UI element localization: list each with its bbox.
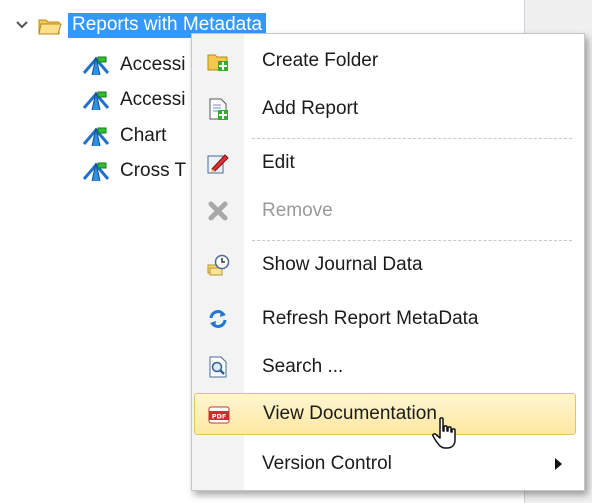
- menu-item-label: Refresh Report MetaData: [262, 308, 479, 329]
- report-icon: [82, 88, 110, 112]
- report-icon: [82, 124, 110, 148]
- menu-item-edit[interactable]: Edit: [194, 142, 576, 184]
- chevron-down-icon[interactable]: [14, 17, 30, 33]
- tree-item[interactable]: Cross T: [82, 158, 186, 184]
- menu-item-view-documentation[interactable]: PDF View Documentation: [194, 393, 576, 435]
- menu-item-label: Version Control: [262, 453, 392, 474]
- svg-text:PDF: PDF: [212, 413, 227, 421]
- report-icon: [82, 53, 110, 77]
- tree-item-label: Cross T: [120, 160, 187, 181]
- pdf-icon: PDF: [207, 403, 231, 427]
- search-document-icon: [206, 355, 230, 379]
- menu-item-create-folder[interactable]: Create Folder: [194, 40, 576, 82]
- menu-item-version-control[interactable]: Version Control: [194, 443, 576, 485]
- menu-item-label: Add Report: [262, 98, 359, 119]
- menu-item-label: Edit: [262, 152, 295, 173]
- tree-item[interactable]: Chart: [82, 123, 166, 149]
- menu-item-label: Create Folder: [262, 50, 379, 71]
- menu-item-label: Search ...: [262, 356, 344, 377]
- new-folder-icon: [206, 49, 230, 73]
- menu-item-label: View Documentation: [263, 403, 437, 424]
- folder-open-icon: [38, 15, 62, 35]
- edit-icon: [206, 151, 230, 175]
- context-menu: Create Folder Add Report Edit Remove Sho…: [191, 33, 585, 491]
- refresh-icon: [206, 307, 230, 331]
- menu-item-refresh-report-metadata[interactable]: Refresh Report MetaData: [194, 298, 576, 340]
- mouse-cursor-icon: [432, 417, 456, 449]
- tree-item[interactable]: Accessi: [82, 52, 185, 78]
- menu-separator: [252, 138, 572, 139]
- menu-item-remove: Remove: [194, 190, 576, 232]
- menu-item-search[interactable]: Search ...: [194, 346, 576, 388]
- report-icon: [82, 159, 110, 183]
- tree-item-label: Chart: [120, 125, 167, 146]
- remove-icon: [206, 199, 230, 223]
- menu-item-add-report[interactable]: Add Report: [194, 88, 576, 130]
- tree-item-label: Accessi: [120, 89, 186, 110]
- menu-separator: [252, 240, 572, 241]
- tree-item-label: Accessi: [120, 54, 186, 75]
- journal-clock-icon: [206, 253, 230, 277]
- menu-item-label: Show Journal Data: [262, 254, 423, 275]
- submenu-arrow-icon: [555, 458, 562, 470]
- menu-item-label: Remove: [262, 200, 333, 221]
- menu-item-show-journal-data[interactable]: Show Journal Data: [194, 244, 576, 286]
- tree-item[interactable]: Accessi: [82, 87, 185, 113]
- add-report-icon: [206, 97, 230, 121]
